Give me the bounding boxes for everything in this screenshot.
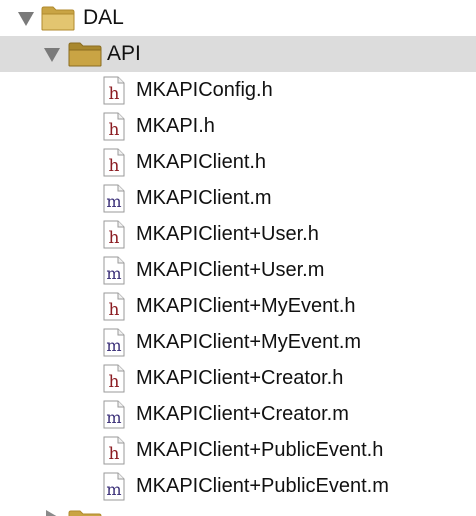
folder-icon [68,510,102,516]
file-row[interactable]: h MKAPIClient.h [0,144,476,180]
file-row[interactable]: m MKAPIClient+PublicEvent.m [0,468,476,504]
file-label: MKAPIClient+Creator.m [136,403,349,425]
header-file-icon: h [103,292,125,321]
implementation-file-icon: m [103,400,125,429]
file-label: MKAPIClient+MyEvent.m [136,331,362,353]
folder-row-dal[interactable]: DAL [0,0,476,36]
svg-text:m: m [106,192,121,211]
implementation-file-icon: m [103,184,125,213]
disclosure-expanded-icon[interactable] [44,48,60,62]
file-label: MKAPI.h [136,115,215,137]
folder-icon [41,6,75,31]
file-row[interactable]: m MKAPIClient+Creator.m [0,396,476,432]
folder-label-dal: DAL [83,6,124,29]
header-file-icon: h [103,220,125,249]
file-row[interactable]: h MKAPIClient+Creator.h [0,360,476,396]
implementation-file-icon: m [103,256,125,285]
implementation-file-icon: m [103,472,125,501]
file-row[interactable]: h MKAPIConfig.h [0,72,476,108]
file-label: MKAPIClient+User.m [136,259,325,281]
file-row[interactable]: h MKAPIClient+PublicEvent.h [0,432,476,468]
file-label: MKAPIClient+PublicEvent.h [136,439,384,461]
svg-text:h: h [109,444,120,464]
file-row[interactable]: m MKAPIClient+MyEvent.m [0,324,476,360]
file-label: MKAPIClient+Creator.h [136,367,344,389]
svg-text:h: h [109,300,120,320]
svg-text:m: m [106,408,121,427]
svg-text:m: m [106,336,121,355]
file-label: MKAPIClient.m [136,187,272,209]
file-label: MKAPIClient.h [136,151,267,173]
header-file-icon: h [103,76,125,105]
file-label: MKAPIClient+PublicEvent.m [136,475,389,497]
svg-text:h: h [109,120,120,140]
header-file-icon: h [103,364,125,393]
svg-text:h: h [109,156,120,176]
file-row[interactable]: m MKAPIClient.m [0,180,476,216]
svg-text:h: h [109,84,120,104]
project-navigator: DAL API h MKAPIConfig.h h MKAPI.h h MKAP… [0,0,476,516]
svg-text:m: m [106,480,121,499]
disclosure-expanded-icon[interactable] [18,12,34,26]
header-file-icon: h [103,436,125,465]
file-row[interactable]: h MKAPI.h [0,108,476,144]
folder-label-api: API [107,42,141,65]
disclosure-collapsed-icon[interactable] [46,510,58,516]
file-row[interactable]: h MKAPIClient+User.h [0,216,476,252]
svg-text:m: m [106,264,121,283]
svg-text:h: h [109,372,120,392]
file-label: MKAPIConfig.h [136,79,273,101]
file-label: MKAPIClient+MyEvent.h [136,295,356,317]
file-row[interactable]: h MKAPIClient+MyEvent.h [0,288,476,324]
folder-icon [68,42,102,67]
folder-row-partial[interactable] [0,504,476,516]
implementation-file-icon: m [103,328,125,357]
file-label: MKAPIClient+User.h [136,223,319,245]
folder-row-api[interactable]: API [0,36,476,72]
header-file-icon: h [103,112,125,141]
svg-text:h: h [109,228,120,248]
file-row[interactable]: m MKAPIClient+User.m [0,252,476,288]
header-file-icon: h [103,148,125,177]
